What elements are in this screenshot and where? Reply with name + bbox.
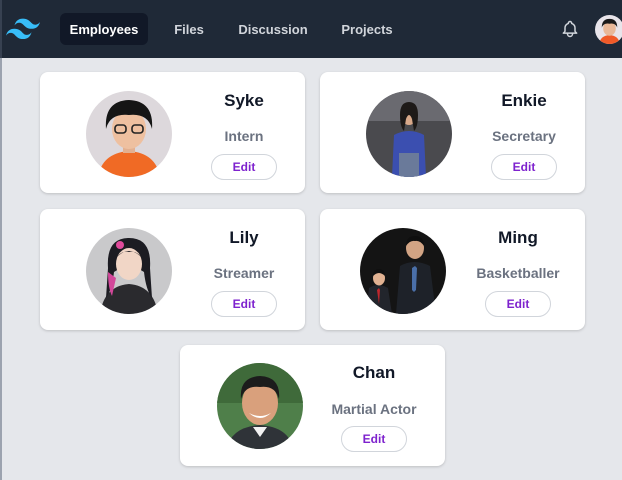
employee-photo	[366, 91, 452, 177]
edit-button[interactable]: Edit	[491, 154, 557, 180]
employee-role: Secretary	[492, 128, 556, 144]
employee-name: Syke	[224, 91, 264, 110]
employee-card-ming: Ming Basketballer Edit	[320, 209, 585, 330]
edit-button[interactable]: Edit	[341, 426, 407, 452]
nav-tab-discussion[interactable]: Discussion	[230, 13, 316, 45]
window-edge	[0, 58, 2, 480]
employee-photo	[360, 228, 446, 314]
employee-name: Chan	[352, 363, 396, 382]
nav-tab-employees[interactable]: Employees	[60, 13, 148, 45]
user-avatar[interactable]	[595, 15, 622, 44]
employee-photo	[86, 228, 172, 314]
employee-name: Enkie	[501, 91, 547, 110]
employee-card-lily: Lily Streamer Edit	[40, 209, 305, 330]
employee-role: Streamer	[213, 265, 275, 281]
employee-card-enkie: Enkie Secretary Edit	[320, 72, 585, 193]
employee-role: Basketballer	[476, 265, 560, 281]
employee-photo	[86, 91, 172, 177]
edit-button[interactable]: Edit	[211, 154, 277, 180]
employee-name: Ming	[498, 228, 538, 247]
employee-card-chan: Chan Martial Actor Edit	[180, 345, 445, 466]
employee-photo	[217, 363, 303, 449]
employee-role: Intern	[224, 128, 264, 144]
edit-button[interactable]: Edit	[211, 291, 277, 317]
employee-card-syke: Syke Intern Edit	[40, 72, 305, 193]
nav-tab-projects[interactable]: Projects	[330, 13, 404, 45]
edit-button[interactable]: Edit	[485, 291, 551, 317]
nav-tab-files[interactable]: Files	[162, 13, 216, 45]
bell-icon[interactable]	[560, 18, 580, 40]
employee-role: Martial Actor	[331, 401, 417, 417]
top-navigation-bar: Employees Files Discussion Projects	[0, 0, 622, 58]
tailwind-logo-icon[interactable]	[6, 18, 40, 40]
employee-name: Lily	[229, 228, 259, 247]
